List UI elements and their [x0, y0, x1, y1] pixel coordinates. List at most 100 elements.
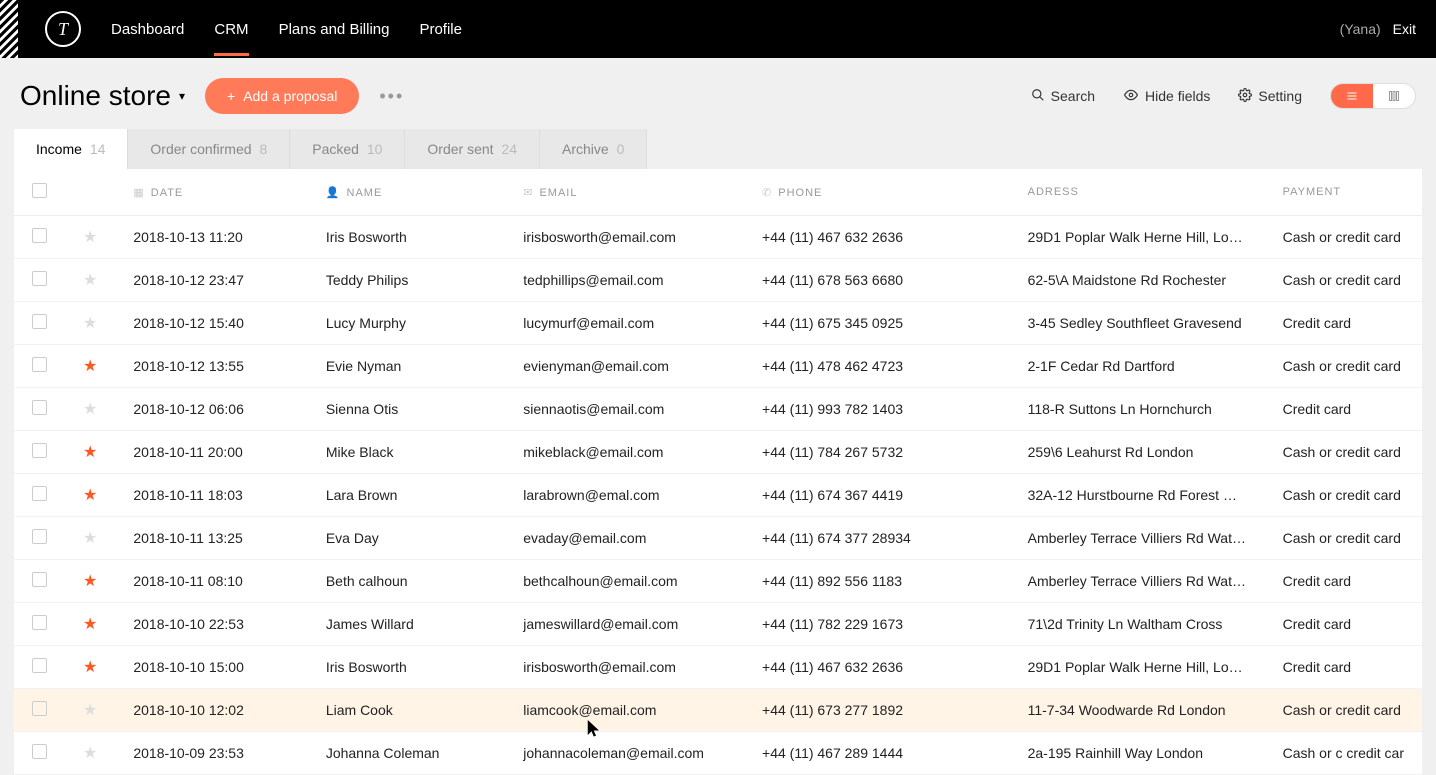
star-icon[interactable]: ★ — [83, 745, 97, 762]
tab-archive[interactable]: Archive 0 — [540, 129, 647, 169]
tab-income[interactable]: Income 14 — [14, 129, 128, 169]
row-checkbox[interactable] — [32, 572, 47, 587]
table-row[interactable]: ★2018-10-11 20:00Mike Blackmikeblack@ema… — [14, 431, 1422, 474]
cell-phone: +44 (11) 892 556 1183 — [744, 560, 1010, 603]
star-icon[interactable]: ★ — [83, 659, 97, 676]
phone-icon: ✆ — [762, 187, 772, 199]
star-icon[interactable]: ★ — [83, 616, 97, 633]
cell-name: Johanna Coleman — [308, 732, 505, 775]
cell-email: irisbosworth@email.com — [505, 216, 744, 259]
tab-count: 24 — [501, 141, 517, 157]
list-view-button[interactable] — [1331, 84, 1373, 108]
table-row[interactable]: ★2018-10-11 18:03Lara Brownlarabrown@ema… — [14, 474, 1422, 517]
cell-payment: Credit card — [1265, 560, 1422, 603]
row-checkbox[interactable] — [32, 529, 47, 544]
cell-payment: Cash or credit card — [1265, 517, 1422, 560]
star-icon[interactable]: ★ — [83, 702, 97, 719]
cell-phone: +44 (11) 674 367 4419 — [744, 474, 1010, 517]
cell-name: Lucy Murphy — [308, 302, 505, 345]
cell-email: siennaotis@email.com — [505, 388, 744, 431]
nav-item-dashboard[interactable]: Dashboard — [111, 3, 184, 56]
search-icon — [1031, 88, 1045, 105]
board-view-button[interactable] — [1373, 84, 1415, 108]
row-checkbox[interactable] — [32, 271, 47, 286]
cell-email: johannacoleman@email.com — [505, 732, 744, 775]
logo-letter: T — [58, 19, 68, 40]
cell-date: 2018-10-11 20:00 — [115, 431, 307, 474]
cell-email: evienyman@email.com — [505, 345, 744, 388]
orders-table: ▦DATE 👤NAME ✉EMAIL ✆PHONE ADRESS PAYMENT… — [14, 169, 1422, 775]
table-row[interactable]: ★2018-10-10 12:02Liam Cookliamcook@email… — [14, 689, 1422, 732]
cell-address: 3-45 Sedley Southfleet Gravesend — [1010, 302, 1265, 345]
nav-item-profile[interactable]: Profile — [419, 3, 462, 56]
cell-phone: +44 (11) 993 782 1403 — [744, 388, 1010, 431]
col-email-label: EMAIL — [539, 187, 577, 199]
row-checkbox[interactable] — [32, 658, 47, 673]
add-proposal-button[interactable]: + Add a proposal — [205, 78, 359, 114]
table-row[interactable]: ★2018-10-10 15:00Iris Bosworthirisboswor… — [14, 646, 1422, 689]
table-row[interactable]: ★2018-10-12 23:47Teddy Philipstedphillip… — [14, 259, 1422, 302]
table-row[interactable]: ★2018-10-13 11:20Iris Bosworthirisboswor… — [14, 216, 1422, 259]
search-button[interactable]: Search — [1031, 88, 1095, 105]
tab-order-sent[interactable]: Order sent 24 — [405, 129, 540, 169]
row-checkbox[interactable] — [32, 228, 47, 243]
star-icon[interactable]: ★ — [83, 272, 97, 289]
table-row[interactable]: ★2018-10-12 13:55Evie Nymanevienyman@ema… — [14, 345, 1422, 388]
nav-item-crm[interactable]: CRM — [214, 3, 248, 56]
view-toggle — [1330, 83, 1416, 109]
star-icon[interactable]: ★ — [83, 315, 97, 332]
cell-date: 2018-10-11 18:03 — [115, 474, 307, 517]
table-row[interactable]: ★2018-10-12 06:06Sienna Otissiennaotis@e… — [14, 388, 1422, 431]
logo[interactable]: T — [45, 11, 81, 47]
star-icon[interactable]: ★ — [83, 229, 97, 246]
row-checkbox[interactable] — [32, 314, 47, 329]
col-date-label: DATE — [151, 187, 184, 199]
exit-link[interactable]: Exit — [1393, 21, 1416, 37]
cell-payment: Cash or credit card — [1265, 431, 1422, 474]
row-checkbox[interactable] — [32, 615, 47, 630]
row-checkbox[interactable] — [32, 486, 47, 501]
cell-date: 2018-10-12 06:06 — [115, 388, 307, 431]
cell-phone: +44 (11) 673 277 1892 — [744, 689, 1010, 732]
more-options-button[interactable]: ••• — [379, 86, 404, 107]
row-checkbox[interactable] — [32, 357, 47, 372]
tab-count: 8 — [259, 141, 267, 157]
star-icon[interactable]: ★ — [83, 358, 97, 375]
cell-payment: Credit card — [1265, 388, 1422, 431]
table-row[interactable]: ★2018-10-10 22:53James Willardjameswilla… — [14, 603, 1422, 646]
star-icon[interactable]: ★ — [83, 401, 97, 418]
table-row[interactable]: ★2018-10-09 23:53Johanna Colemanjohannac… — [14, 732, 1422, 775]
cell-phone: +44 (11) 675 345 0925 — [744, 302, 1010, 345]
tab-packed[interactable]: Packed 10 — [290, 129, 405, 169]
cell-name: Iris Bosworth — [308, 216, 505, 259]
page-title-dropdown[interactable]: Online store ▾ — [20, 80, 185, 112]
nav-item-plans-and-billing[interactable]: Plans and Billing — [279, 3, 390, 56]
star-icon[interactable]: ★ — [83, 487, 97, 504]
row-checkbox[interactable] — [32, 744, 47, 759]
hide-fields-button[interactable]: Hide fields — [1123, 88, 1210, 105]
star-icon[interactable]: ★ — [83, 573, 97, 590]
row-checkbox[interactable] — [32, 443, 47, 458]
header: T DashboardCRMPlans and BillingProfile (… — [0, 0, 1436, 58]
tab-order-confirmed[interactable]: Order confirmed 8 — [128, 129, 290, 169]
cell-phone: +44 (11) 467 289 1444 — [744, 732, 1010, 775]
cell-name: James Willard — [308, 603, 505, 646]
setting-button[interactable]: Setting — [1238, 88, 1302, 105]
cell-phone: +44 (11) 467 632 2636 — [744, 646, 1010, 689]
table-row[interactable]: ★2018-10-11 13:25Eva Dayevaday@email.com… — [14, 517, 1422, 560]
cell-phone: +44 (11) 678 563 6680 — [744, 259, 1010, 302]
select-all-checkbox[interactable] — [32, 183, 47, 198]
cell-address: 62-5\A Maidstone Rd Rochester — [1010, 259, 1265, 302]
cell-payment: Cash or credit card — [1265, 259, 1422, 302]
cell-email: irisbosworth@email.com — [505, 646, 744, 689]
star-icon[interactable]: ★ — [83, 444, 97, 461]
hide-fields-label: Hide fields — [1145, 88, 1210, 104]
star-icon[interactable]: ★ — [83, 530, 97, 547]
cell-email: tedphillips@email.com — [505, 259, 744, 302]
row-checkbox[interactable] — [32, 701, 47, 716]
table-row[interactable]: ★2018-10-12 15:40Lucy Murphylucymurf@ema… — [14, 302, 1422, 345]
row-checkbox[interactable] — [32, 400, 47, 415]
cell-email: mikeblack@email.com — [505, 431, 744, 474]
chevron-down-icon: ▾ — [179, 89, 185, 103]
table-row[interactable]: ★2018-10-11 08:10Beth calhounbethcalhoun… — [14, 560, 1422, 603]
